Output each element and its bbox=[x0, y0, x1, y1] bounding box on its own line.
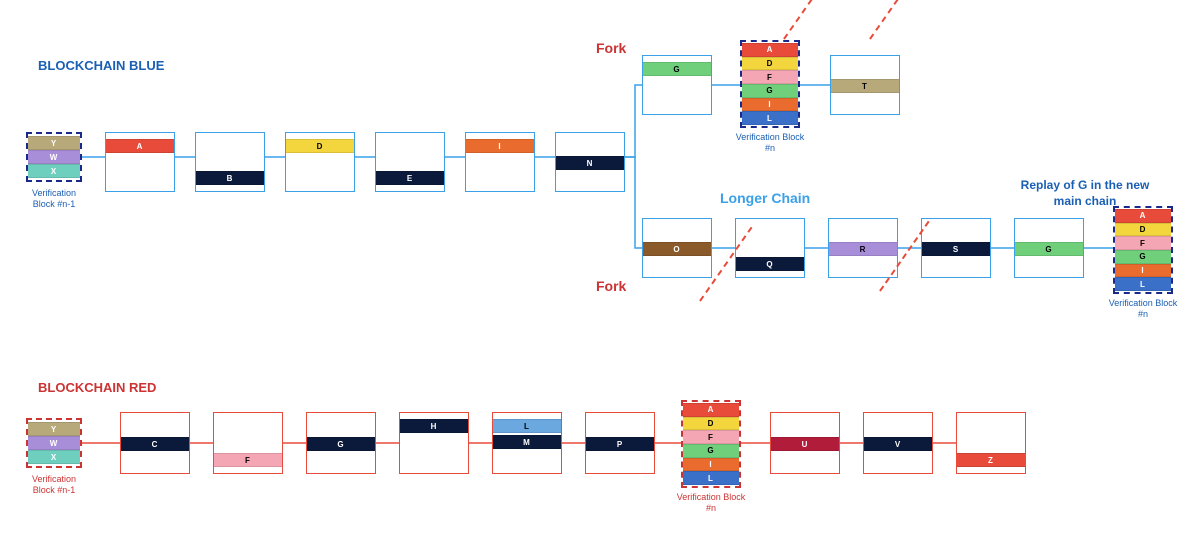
block-T: T bbox=[830, 55, 900, 115]
blue-verification-down: ADFGIL bbox=[1113, 206, 1173, 294]
stripe-D: D bbox=[683, 417, 739, 431]
stripe-E: E bbox=[376, 171, 444, 185]
block-E: E bbox=[375, 132, 445, 192]
block-R: R bbox=[828, 218, 898, 278]
block-G: G bbox=[306, 412, 376, 474]
block-G: G bbox=[642, 55, 712, 115]
stripe-I: I bbox=[466, 139, 534, 153]
block-Q: Q bbox=[735, 218, 805, 278]
block-D: D bbox=[285, 132, 355, 192]
block-Z: Z bbox=[956, 412, 1026, 474]
stripe-V: V bbox=[864, 437, 932, 451]
red-verification-n-1: YWX bbox=[26, 418, 82, 468]
blue-verification-up: ADFGIL bbox=[740, 40, 800, 128]
stripe-I: I bbox=[742, 98, 798, 112]
stripe-G: G bbox=[643, 62, 711, 76]
stripe-I: I bbox=[1115, 264, 1171, 278]
block-P: P bbox=[585, 412, 655, 474]
block-O: O bbox=[642, 218, 712, 278]
stripe-P: P bbox=[586, 437, 654, 451]
stripe-X: X bbox=[28, 164, 80, 178]
block-G: G bbox=[1014, 218, 1084, 278]
stripe-G: G bbox=[683, 444, 739, 458]
caption-red-verif-n1: Verification Block #n-1 bbox=[20, 474, 88, 496]
block-A: A bbox=[105, 132, 175, 192]
stripe-A: A bbox=[683, 403, 739, 417]
stripe-H: H bbox=[400, 419, 468, 433]
stripe-G: G bbox=[1115, 250, 1171, 264]
stripe-B: B bbox=[196, 171, 264, 185]
caption-red-verif-n: Verification Block #n bbox=[675, 492, 747, 514]
block-U: U bbox=[770, 412, 840, 474]
stripe-D: D bbox=[742, 57, 798, 71]
blue-fork-up: G bbox=[642, 55, 712, 115]
caption-blue-verif-n1: Verification Block #n-1 bbox=[20, 188, 88, 210]
stripe-F: F bbox=[683, 430, 739, 444]
stripe-F: F bbox=[1115, 236, 1171, 250]
stripe-X: X bbox=[28, 450, 80, 464]
block-C: C bbox=[120, 412, 190, 474]
stripe-O: O bbox=[643, 242, 711, 256]
stripe-I: I bbox=[683, 458, 739, 472]
stripe-A: A bbox=[742, 43, 798, 57]
stripe-A: A bbox=[1115, 209, 1171, 223]
stripe-G: G bbox=[742, 84, 798, 98]
block-H: H bbox=[399, 412, 469, 474]
stripe-D: D bbox=[286, 139, 354, 153]
stripe-L: L bbox=[1115, 277, 1171, 291]
label-fork-top: Fork bbox=[596, 40, 626, 56]
caption-blue-verif-down: Verification Block #n bbox=[1107, 298, 1179, 320]
stripe-G: G bbox=[1015, 242, 1083, 256]
block-N: N bbox=[555, 132, 625, 192]
red-verification-n: ADFGIL bbox=[681, 400, 741, 488]
block-I: I bbox=[465, 132, 535, 192]
stripe-L: L bbox=[742, 111, 798, 125]
caption-blue-verif-up: Verification Block #n bbox=[734, 132, 806, 154]
label-replay: Replay of G in the new main chain bbox=[1020, 178, 1150, 209]
stripe-Z: Z bbox=[957, 453, 1025, 467]
stripe-S: S bbox=[922, 242, 990, 256]
stripe-D: D bbox=[1115, 223, 1171, 237]
stripe-Y: Y bbox=[28, 422, 80, 436]
title-blue: BLOCKCHAIN BLUE bbox=[38, 58, 164, 73]
block-F: F bbox=[213, 412, 283, 474]
stripe-W: W bbox=[28, 150, 80, 164]
stripe-W: W bbox=[28, 436, 80, 450]
stripe-Q: Q bbox=[736, 257, 804, 271]
stripe-F: F bbox=[214, 453, 282, 467]
slash-2 bbox=[869, 0, 917, 40]
title-red: BLOCKCHAIN RED bbox=[38, 380, 156, 395]
block-L: LM bbox=[492, 412, 562, 474]
stripe-F: F bbox=[742, 70, 798, 84]
stripe-L: L bbox=[493, 419, 561, 433]
stripe-C: C bbox=[121, 437, 189, 451]
stripe-N: N bbox=[556, 156, 624, 170]
slash-1 bbox=[783, 0, 831, 40]
stripe-Y: Y bbox=[28, 136, 80, 150]
block-V: V bbox=[863, 412, 933, 474]
stripe-A: A bbox=[106, 139, 174, 153]
label-fork-bottom: Fork bbox=[596, 278, 626, 294]
label-longer-chain: Longer Chain bbox=[720, 190, 810, 206]
stripe-G: G bbox=[307, 437, 375, 451]
stripe-R: R bbox=[829, 242, 897, 256]
block-B: B bbox=[195, 132, 265, 192]
blue-fork-up-after: T bbox=[830, 55, 900, 115]
stripe-M: M bbox=[493, 435, 561, 449]
block-S: S bbox=[921, 218, 991, 278]
blue-verification-n-1: YWX bbox=[26, 132, 82, 182]
stripe-U: U bbox=[771, 437, 839, 451]
stripe-T: T bbox=[831, 79, 899, 93]
stripe-L: L bbox=[683, 471, 739, 485]
